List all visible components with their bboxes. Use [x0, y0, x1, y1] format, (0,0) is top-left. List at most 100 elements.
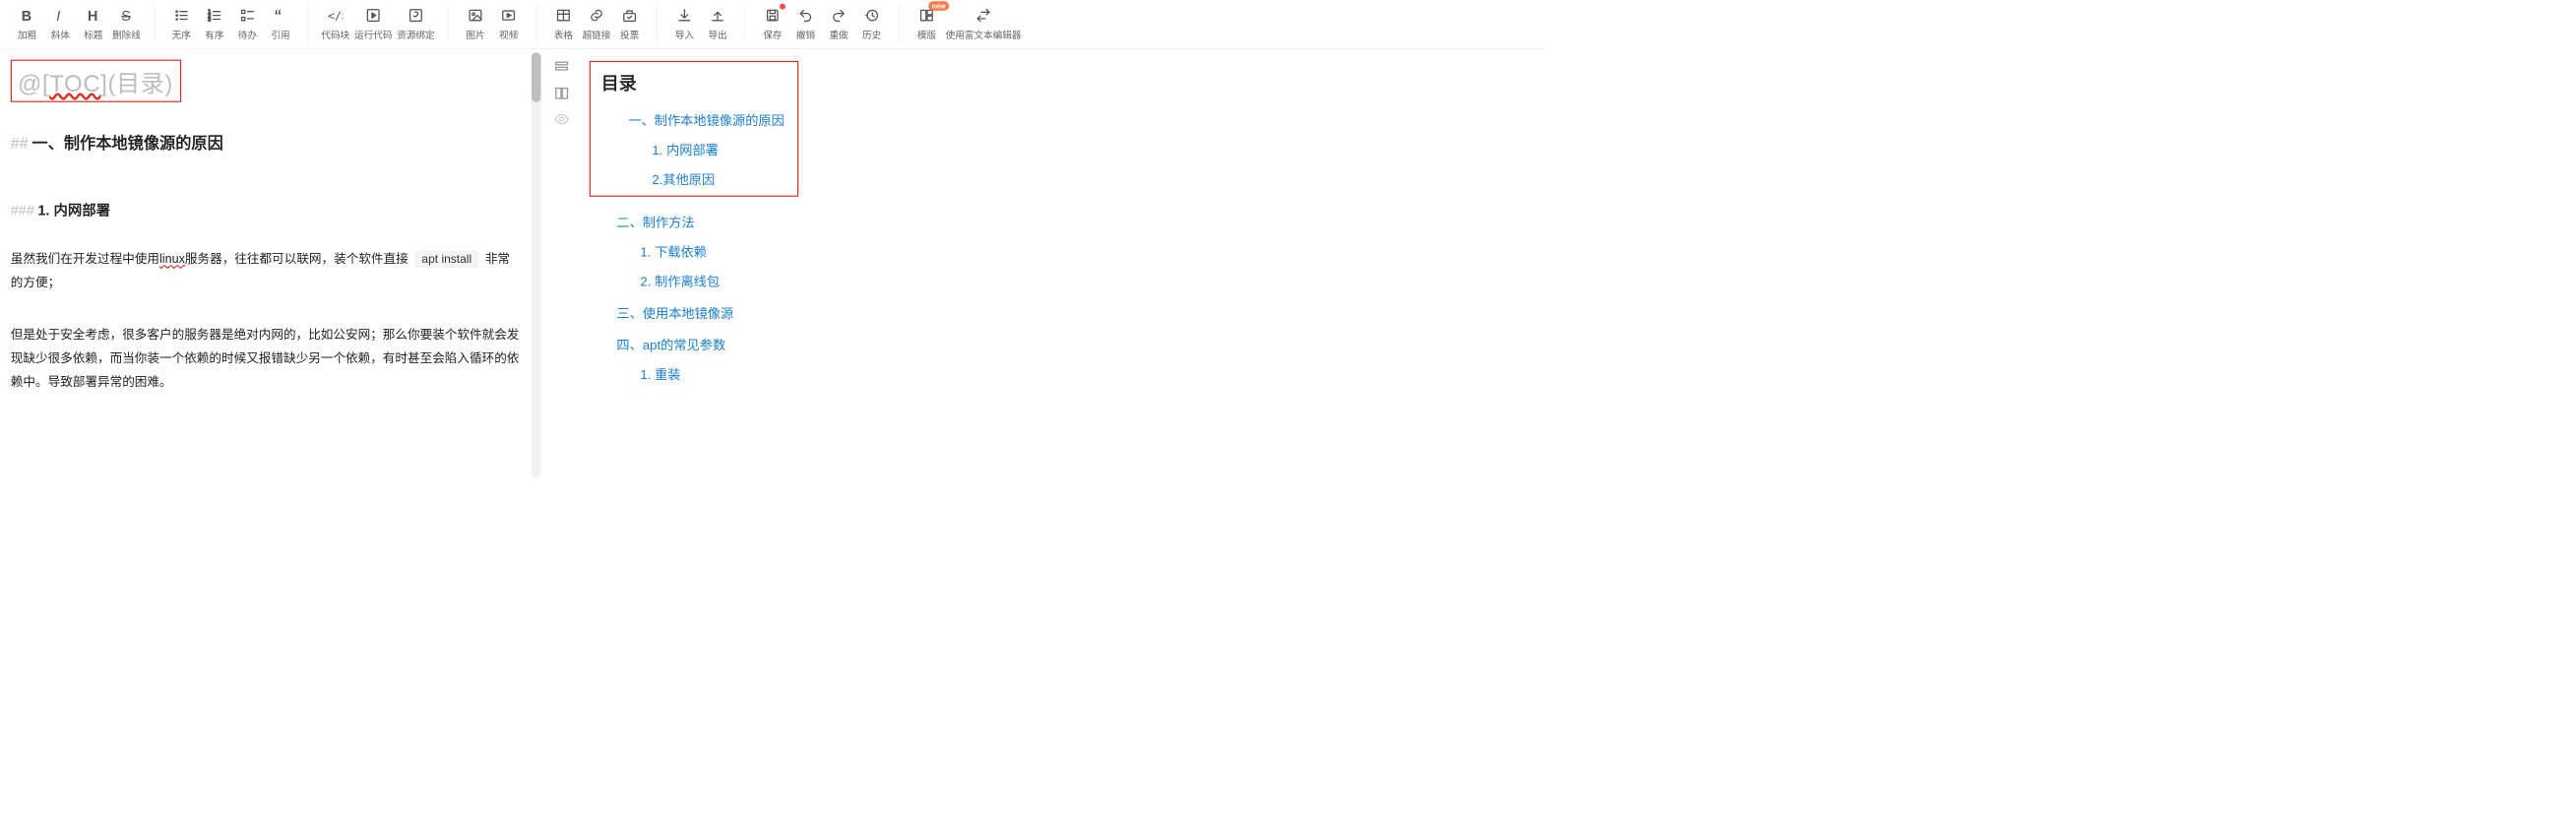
- toolbar-label: 表格: [554, 28, 573, 41]
- bold-icon: B: [20, 6, 35, 25]
- save-icon: [765, 6, 781, 25]
- strike-button[interactable]: S 删除线: [110, 5, 144, 42]
- unsaved-dot-icon: [780, 4, 785, 10]
- template-button[interactable]: 模版new: [911, 5, 944, 42]
- toolbar-label: 标题: [84, 28, 102, 41]
- bold-button[interactable]: B 加粗: [11, 5, 44, 42]
- editor-pane[interactable]: @[TOC](目录) ##一、制作本地镜像源的原因 ###1. 内网部署 虽然我…: [0, 49, 532, 478]
- history-icon: [864, 6, 880, 25]
- export-button[interactable]: 导出: [701, 5, 734, 42]
- inline-code: apt install: [415, 251, 478, 268]
- save-button[interactable]: 保存: [756, 5, 789, 42]
- toolbar-label: 使用富文本编辑器: [946, 28, 1022, 41]
- main-area: @[TOC](目录) ##一、制作本地镜像源的原因 ###1. 内网部署 虽然我…: [0, 49, 1545, 478]
- toc-link[interactable]: 2.其他原因: [652, 169, 784, 188]
- toolbar-label: 视频: [499, 28, 518, 41]
- codeblock-button[interactable]: </> 代码块: [319, 5, 352, 42]
- layout-split-icon[interactable]: [554, 86, 570, 101]
- link-icon: [589, 6, 604, 25]
- ol-button[interactable]: 123 有序: [198, 5, 231, 42]
- ul-button[interactable]: 无序: [164, 5, 198, 42]
- svg-text:3: 3: [208, 17, 211, 23]
- layout-single-icon[interactable]: [554, 60, 570, 76]
- toc-link[interactable]: 二、制作方法: [616, 212, 1528, 230]
- italic-button[interactable]: I 斜体: [43, 5, 77, 42]
- toc-link[interactable]: 1. 下载依赖: [640, 241, 1528, 260]
- preview-pane: 目录一、制作本地镜像源的原因1. 内网部署2.其他原因二、制作方法1. 下载依赖…: [575, 49, 1545, 478]
- svg-text:B: B: [22, 9, 31, 24]
- highlight-box-toc: @[TOC](目录): [11, 60, 182, 102]
- layout-controls: [548, 49, 576, 478]
- svg-text:S: S: [121, 9, 131, 24]
- toc-link[interactable]: 2. 制作离线包: [640, 271, 1528, 289]
- vote-button[interactable]: 投票: [613, 5, 647, 42]
- heading-3-text: 1. 内网部署: [37, 203, 110, 219]
- toolbar-label: 资源绑定: [397, 28, 434, 41]
- toolbar-label: 模版: [917, 28, 936, 41]
- resource-button[interactable]: 资源绑定: [395, 5, 437, 42]
- video-icon: [501, 6, 517, 25]
- scrollbar-track: [532, 52, 541, 477]
- toolbar-label: 引用: [271, 28, 289, 41]
- table-button[interactable]: 表格: [547, 5, 581, 42]
- markdown-hash-h2: ##: [11, 135, 29, 153]
- toc-link[interactable]: 一、制作本地镜像源的原因: [628, 110, 784, 129]
- toc-link[interactable]: 1. 重装: [640, 364, 1528, 383]
- list-check-icon: [240, 6, 256, 25]
- undo-icon: [798, 6, 814, 25]
- toolbar-label: 加粗: [18, 28, 36, 41]
- toolbar-label: 撤销: [796, 28, 815, 41]
- preview-icon[interactable]: [554, 111, 570, 127]
- heading-2-text: 一、制作本地镜像源的原因: [31, 135, 222, 153]
- toc-link[interactable]: 三、使用本地镜像源: [616, 303, 1528, 322]
- download-icon: [677, 6, 693, 25]
- toc-directive: @[TOC](目录): [18, 71, 173, 96]
- heading-button[interactable]: H 标题: [77, 5, 110, 42]
- paragraph-2: 但是处于安全考虑，很多客户的服务器是绝对内网的，比如公安网；那么你要装个软件就会…: [11, 323, 520, 394]
- highlight-box-toc-preview: 目录一、制作本地镜像源的原因1. 内网部署2.其他原因: [590, 61, 798, 197]
- svg-text:H: H: [88, 9, 97, 24]
- scrollbar-thumb[interactable]: [532, 52, 541, 101]
- table-icon: [556, 6, 572, 25]
- link-button[interactable]: 超链接: [580, 5, 613, 42]
- paragraph-1: 虽然我们在开发过程中使用linux服务器，往往都可以联网，装个软件直接 apt …: [11, 247, 520, 294]
- list-ul-icon: [173, 6, 189, 25]
- toolbar-label: 斜体: [51, 28, 70, 41]
- editor-scrollbar[interactable]: [532, 49, 548, 478]
- heading-icon: H: [86, 6, 101, 25]
- markdown-hash-h3: ###: [11, 203, 34, 219]
- redo-button[interactable]: 重做: [822, 5, 855, 42]
- heading-3: ###1. 内网部署: [11, 199, 520, 220]
- toc-link[interactable]: 1. 内网部署: [652, 140, 784, 158]
- import-button[interactable]: 导入: [668, 5, 702, 42]
- runcode-button[interactable]: 运行代码: [352, 5, 395, 42]
- svg-text:I: I: [56, 9, 60, 24]
- video-button[interactable]: 视频: [492, 5, 526, 42]
- undo-button[interactable]: 撤销: [789, 5, 823, 42]
- toolbar-label: 有序: [205, 28, 223, 41]
- link-box-icon: [408, 6, 424, 25]
- toolbar-label: 待办: [238, 28, 257, 41]
- toolbar-label: 无序: [172, 28, 191, 41]
- braces-icon: </>: [328, 6, 344, 25]
- toolbar-label: 导入: [675, 28, 694, 41]
- toolbar-label: 删除线: [112, 28, 141, 41]
- quote-button[interactable]: “ 引用: [264, 5, 297, 42]
- spellcheck-squiggle: linux: [159, 252, 185, 266]
- history-button[interactable]: 历史: [855, 5, 889, 42]
- toolbar-label: 运行代码: [354, 28, 392, 41]
- toolbar-label: 代码块: [321, 28, 349, 41]
- list-ol-icon: 123: [207, 6, 222, 25]
- strike-icon: S: [119, 6, 135, 25]
- toolbar-label: 历史: [862, 28, 881, 41]
- svg-text:“: “: [275, 8, 283, 24]
- toolbar-label: 图片: [466, 28, 484, 41]
- toolbar-label: 保存: [763, 28, 782, 41]
- upload-icon: [710, 6, 725, 25]
- todo-button[interactable]: 待办: [231, 5, 265, 42]
- toc-link[interactable]: 四、apt的常见参数: [616, 335, 1528, 353]
- toolbar-label: 超链接: [583, 28, 611, 41]
- richtext-button[interactable]: 使用富文本编辑器: [943, 5, 1024, 42]
- switch-icon: [975, 6, 991, 25]
- image-button[interactable]: 图片: [459, 5, 492, 42]
